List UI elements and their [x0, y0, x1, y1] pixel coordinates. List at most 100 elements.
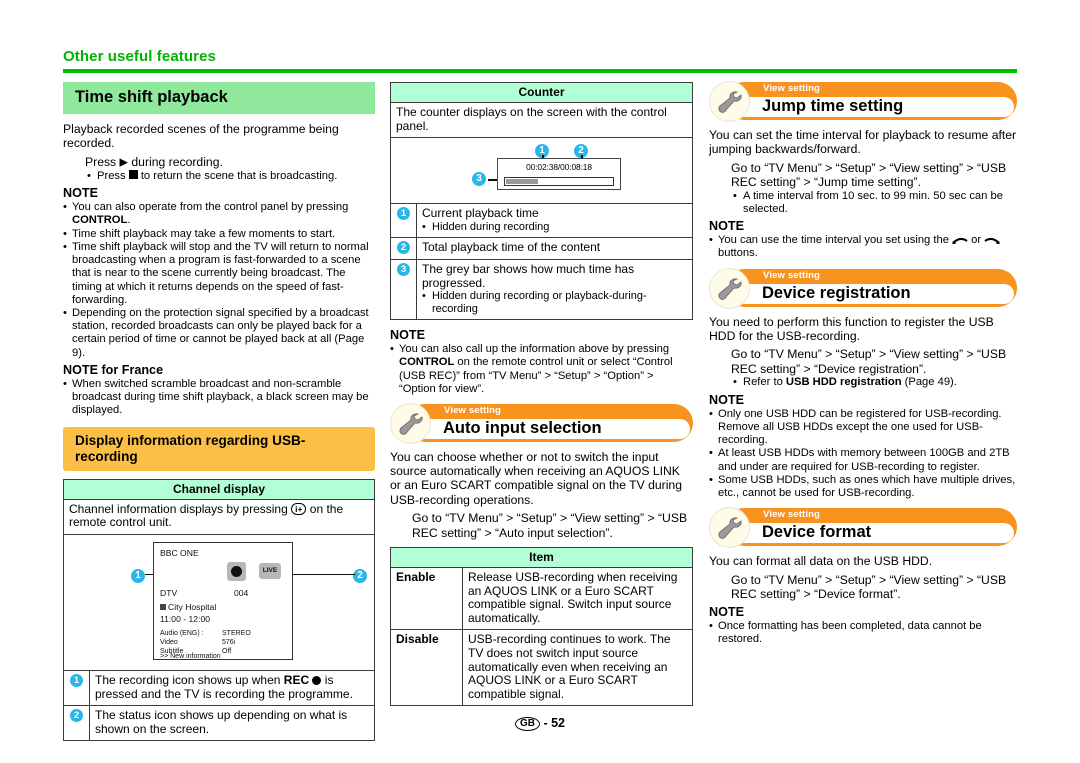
- note-item: Some USB HDDs, such as ones which have m…: [709, 474, 1017, 500]
- note-item: You can also operate from the control pa…: [63, 201, 375, 227]
- tv-channel-name: BBC ONE: [160, 548, 199, 559]
- callout-number: 1: [131, 569, 145, 584]
- banner-title: Device format: [762, 523, 872, 542]
- right-column: View setting Jump time setting You can s…: [709, 81, 1017, 646]
- note-label-device-registration: NOTE: [709, 392, 744, 407]
- jump-time-body: You can set the time interval for playba…: [709, 128, 1017, 157]
- table-row: 3 The grey bar shows how much time has p…: [390, 258, 693, 321]
- item-text-enable: Release USB-recording when receiving an …: [462, 567, 693, 631]
- device-format-body: You can format all data on the USB HDD.: [709, 554, 933, 569]
- table-row: 1 The recording icon shows up when REC i…: [63, 670, 375, 707]
- banner-subtitle: View setting: [763, 269, 821, 281]
- tv-channel-display-mock: 1 2 BBC ONE LIVE DTV 004 City Hospital 1…: [69, 538, 369, 666]
- table-row: 2 Total playback time of the content: [390, 237, 693, 260]
- item-label-disable: Disable: [390, 629, 463, 707]
- callout-1-left: 1: [131, 568, 145, 584]
- banner-title: Device registration: [762, 283, 911, 302]
- note-label-left: NOTE: [63, 185, 98, 200]
- callout-2-right: 2: [353, 568, 367, 584]
- running-head: Other useful features: [63, 48, 216, 65]
- note-item: Time shift playback may take a few momen…: [63, 228, 375, 241]
- counter-mock: 1 2 3 00:02:38/00:08:18: [396, 141, 687, 199]
- counter-figure-cell: 1 2 3 00:02:38/00:08:18: [390, 137, 693, 205]
- legend-text: Current playback time: [422, 206, 539, 221]
- legend-subtext: Hidden during recording or playback-duri…: [422, 290, 687, 315]
- wrench-icon: [390, 402, 431, 444]
- wrench-glyph: [399, 413, 423, 435]
- tv-programme-time: 11:00 - 12:00: [160, 614, 211, 625]
- table-row: 1 2 BBC ONE LIVE DTV 004 City Hospital 1…: [63, 534, 375, 672]
- counter-table: Counter The counter displays on the scre…: [390, 82, 693, 321]
- note-item: You can use the time interval you set us…: [709, 234, 1017, 260]
- section-title-display-info: Display information regarding USB-record…: [63, 426, 375, 471]
- note-label-device-format: NOTE: [709, 604, 744, 619]
- banner-subtitle: View setting: [763, 83, 821, 94]
- time-shift-intro: Playback recorded scenes of the programm…: [63, 122, 339, 151]
- play-icon: ▶: [119, 156, 129, 169]
- callout-number: 2: [397, 241, 410, 255]
- footer-separator: -: [543, 716, 548, 730]
- info-plus-icon: i+: [291, 503, 307, 516]
- legend-text-cell: Current playback time Hidden during reco…: [416, 203, 693, 239]
- channel-display-table: Channel display Channel information disp…: [63, 478, 375, 742]
- note-label-middle: NOTE: [390, 328, 425, 343]
- note-list-jump-time: You can use the time interval you set us…: [709, 234, 1017, 260]
- wrench-icon: [709, 81, 750, 122]
- item-text-disable: USB-recording continues to work. The TV …: [462, 629, 693, 707]
- view-setting-banner-jump-time: View setting Jump time setting: [709, 81, 1017, 122]
- note-list-middle: You can also call up the information abo…: [390, 343, 693, 395]
- table-header-row: Counter: [390, 82, 693, 103]
- note-item: You can also call up the information abo…: [390, 343, 693, 395]
- banner-subtitle: View setting: [444, 404, 502, 416]
- note-item: At least USB HDDs with memory between 10…: [709, 447, 1017, 473]
- note-list-device-format: Once formatting has been completed, data…: [709, 620, 1017, 646]
- progress-bar: [504, 177, 614, 187]
- note-item: When switched scramble broadcast and non…: [63, 378, 375, 417]
- table-row: Channel information displays by pressing…: [63, 498, 375, 536]
- banner-title: Auto input selection: [443, 418, 602, 437]
- note-label-jump-time: NOTE: [709, 219, 744, 234]
- item-header: Item: [390, 547, 693, 569]
- device-registration-body: You need to perform this function to reg…: [709, 314, 994, 343]
- page-number: 52: [551, 716, 566, 730]
- wrench-icon: [709, 507, 750, 549]
- auto-input-path: Go to “TV Menu” > “Setup” > “View settin…: [412, 510, 688, 540]
- callout-number: 3: [397, 262, 410, 276]
- programme-marker-icon: [160, 604, 166, 611]
- jump-forward-icon: [984, 238, 1000, 245]
- progress-bar-fill: [506, 179, 538, 185]
- callout-3-counter: 3: [472, 171, 486, 187]
- tv-source: DTV: [160, 588, 178, 599]
- wrench-icon: [709, 267, 750, 309]
- legend-text: The grey bar shows how much time has pro…: [422, 261, 635, 290]
- note-item: Time shift playback will stop and the TV…: [63, 241, 375, 306]
- rec-dot-icon: [312, 675, 322, 685]
- time-shift-step: Press ▶ during recording.: [85, 154, 223, 169]
- view-setting-banner-device-registration: View setting Device registration: [709, 267, 1017, 309]
- middle-column: Counter The counter displays on the scre…: [390, 82, 693, 707]
- running-head-rule: [63, 69, 1017, 73]
- region-badge: GB: [514, 717, 540, 731]
- note-label-france: NOTE for France: [63, 362, 164, 377]
- counter-time-display: 00:02:38/00:08:18: [526, 162, 592, 173]
- tv-channel-number: 004: [234, 588, 249, 599]
- legend-number-cell: 1: [390, 203, 417, 239]
- table-row: 1 2 3 00:02:38/00:08:18: [390, 137, 693, 205]
- stop-icon: [128, 170, 138, 180]
- legend-number-cell: 1: [63, 670, 90, 707]
- table-row: Disable USB-recording continues to work.…: [390, 629, 693, 707]
- counter-panel: 00:02:38/00:08:18: [497, 158, 621, 191]
- wrench-glyph: [718, 91, 742, 113]
- view-setting-banner-device-format: View setting Device format: [709, 507, 1017, 549]
- note-list-france: When switched scramble broadcast and non…: [63, 378, 375, 417]
- note-list-device-registration: Only one USB HDD can be registered for U…: [709, 408, 1017, 501]
- banner-subtitle: View setting: [763, 509, 821, 521]
- tv-programme-title: City Hospital: [168, 602, 217, 613]
- legend-number-cell: 2: [390, 237, 417, 260]
- jump-time-path: Go to “TV Menu” > “Setup” > “View settin…: [731, 160, 1007, 190]
- jump-time-path-sub: A time interval from 10 sec. to 99 min. …: [709, 190, 1017, 217]
- legend-number-cell: 3: [390, 258, 417, 321]
- page-footer: GB - 52: [0, 716, 1080, 731]
- live-status-icon: LIVE: [259, 563, 281, 580]
- view-setting-banner-auto-input: View setting Auto input selection: [390, 402, 693, 444]
